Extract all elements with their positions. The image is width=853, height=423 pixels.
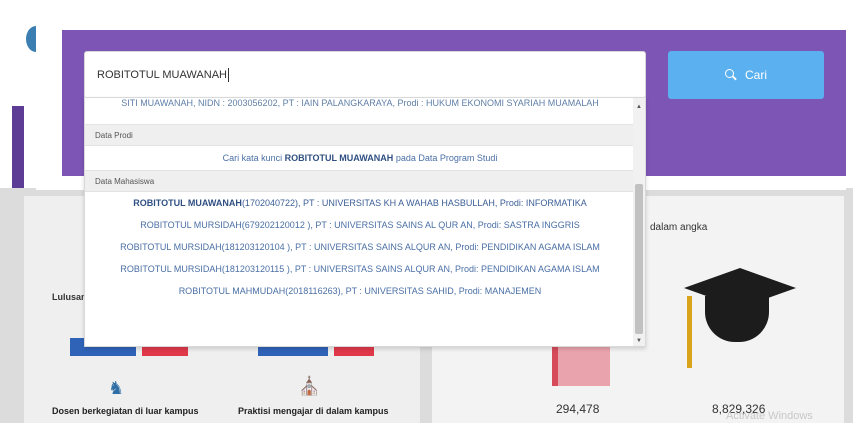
people-icon: ♞ xyxy=(108,378,125,398)
search-button[interactable]: Cari xyxy=(668,51,824,99)
result-name: ROBITOTUL MUAWANAH xyxy=(133,198,242,208)
text-caret xyxy=(227,68,229,82)
result-details: (181203120104 ), PT : UNIVERSITAS SAINS … xyxy=(221,242,600,252)
lulusan-label: Lulusan xyxy=(52,292,87,302)
result-item-dosen[interactable]: SITI MUAWANAH, NIDN : 2003056202, PT : I… xyxy=(85,98,635,124)
chart-bar-accent xyxy=(552,346,558,386)
dalam-angka-label: dalam angka xyxy=(650,222,708,233)
dosen-label: Dosen berkegiatan di luar kampus xyxy=(52,406,199,416)
result-name: ROBITOTUL MAHMUDAH xyxy=(178,286,286,296)
result-item-mahasiswa[interactable]: ROBITOTUL MAHMUDAH(2018116263), PT : UNI… xyxy=(85,280,635,302)
result-details: (679202120012 ), PT : UNIVERSITAS SAINS … xyxy=(241,220,580,230)
search-input[interactable]: ROBITOTUL MUAWANAH xyxy=(84,51,646,99)
category-header-prodi: Data Prodi xyxy=(85,124,635,146)
prodi-suggestion-suffix: pada Data Program Studi xyxy=(393,153,498,163)
scrollbar-thumb[interactable] xyxy=(635,184,643,334)
result-item-mahasiswa[interactable]: ROBITOTUL MUAWANAH(1702040722), PT : UNI… xyxy=(85,192,635,214)
result-item-mahasiswa[interactable]: ROBITOTUL MURSIDAH(181203120104 ), PT : … xyxy=(85,236,635,258)
stat-value-1: 294,478 xyxy=(556,402,600,416)
result-details: (1702040722), PT : UNIVERSITAS KH A WAHA… xyxy=(241,198,587,208)
scroll-up-arrow-icon[interactable]: ▲ xyxy=(636,104,642,110)
left-purple-strip xyxy=(12,106,24,188)
chart-bar xyxy=(552,346,610,386)
search-query-text: ROBITOTUL MUAWANAH xyxy=(97,69,227,81)
results-list: SITI MUAWANAH, NIDN : 2003056202, PT : I… xyxy=(85,98,635,302)
windows-watermark: Activate Windows xyxy=(726,410,813,422)
result-name: ROBITOTUL MURSIDAH xyxy=(120,264,222,274)
result-details: (2018116263), PT : UNIVERSITAS SAHID, Pr… xyxy=(285,286,542,296)
graduation-cap-tassel xyxy=(687,296,692,368)
scroll-down-arrow-icon[interactable]: ▼ xyxy=(636,338,642,344)
result-item-mahasiswa[interactable]: ROBITOTUL MURSIDAH(181203120115 ), PT : … xyxy=(85,258,635,280)
praktisi-label: Praktisi mengajar di dalam kampus xyxy=(238,406,389,416)
result-item-mahasiswa[interactable]: ROBITOTUL MURSIDAH(679202120012 ), PT : … xyxy=(85,214,635,236)
building-icon: ⛪ xyxy=(298,376,321,396)
prodi-search-suggestion[interactable]: Cari kata kunci ROBITOTUL MUAWANAH pada … xyxy=(85,146,635,170)
prodi-suggestion-prefix: Cari kata kunci xyxy=(222,153,285,163)
search-button-label: Cari xyxy=(744,68,767,82)
result-name: ROBITOTUL MURSIDAH xyxy=(120,242,222,252)
dropdown-scrollbar[interactable]: ▲ ▼ xyxy=(633,98,645,346)
result-name: ROBITOTUL MURSIDAH xyxy=(140,220,242,230)
search-icon xyxy=(724,69,737,81)
search-results-dropdown[interactable]: SITI MUAWANAH, NIDN : 2003056202, PT : I… xyxy=(84,97,646,347)
result-details: (181203120115 ), PT : UNIVERSITAS SAINS … xyxy=(221,264,600,274)
category-header-mahasiswa: Data Mahasiswa xyxy=(85,170,635,192)
prodi-suggestion-keyword: ROBITOTUL MUAWANAH xyxy=(284,153,394,163)
